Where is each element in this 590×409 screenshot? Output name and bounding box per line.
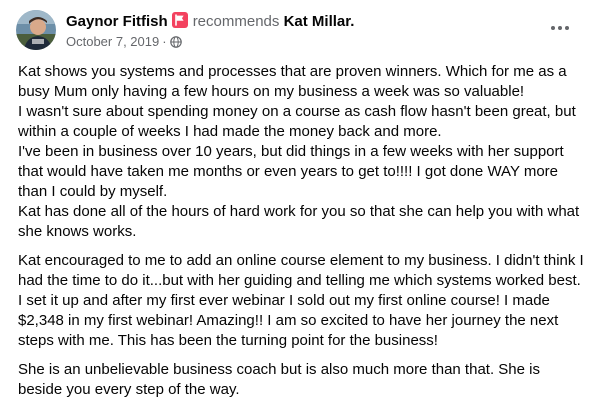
globe-icon[interactable] xyxy=(169,36,182,52)
recommended-page-name[interactable]: Kat Millar. xyxy=(284,13,355,30)
post-paragraph-1: Kat shows you systems and processes that… xyxy=(18,63,580,240)
post-meta: October 7, 2019 · xyxy=(66,34,182,52)
post-paragraph-3: She is an unbelievable business coach bu… xyxy=(18,361,540,398)
more-options-icon[interactable] xyxy=(546,16,574,40)
recommends-verb: recommends xyxy=(192,13,280,30)
recommendation-post: Gaynor Fitfish recommends Kat Millar. Oct… xyxy=(0,0,590,402)
post-date[interactable]: October 7, 2019 xyxy=(66,34,159,49)
author-name[interactable]: Gaynor Fitfish xyxy=(66,13,168,30)
meta-separator: · xyxy=(162,34,167,49)
post-body: Kat shows you systems and processes that… xyxy=(18,62,584,409)
author-avatar[interactable] xyxy=(16,10,56,50)
avatar-photo xyxy=(16,10,56,50)
post-header: Gaynor Fitfish recommends Kat Millar. xyxy=(66,12,354,31)
recommend-flag-icon xyxy=(171,12,188,28)
post-paragraph-2: Kat encouraged to me to add an online co… xyxy=(18,252,584,349)
